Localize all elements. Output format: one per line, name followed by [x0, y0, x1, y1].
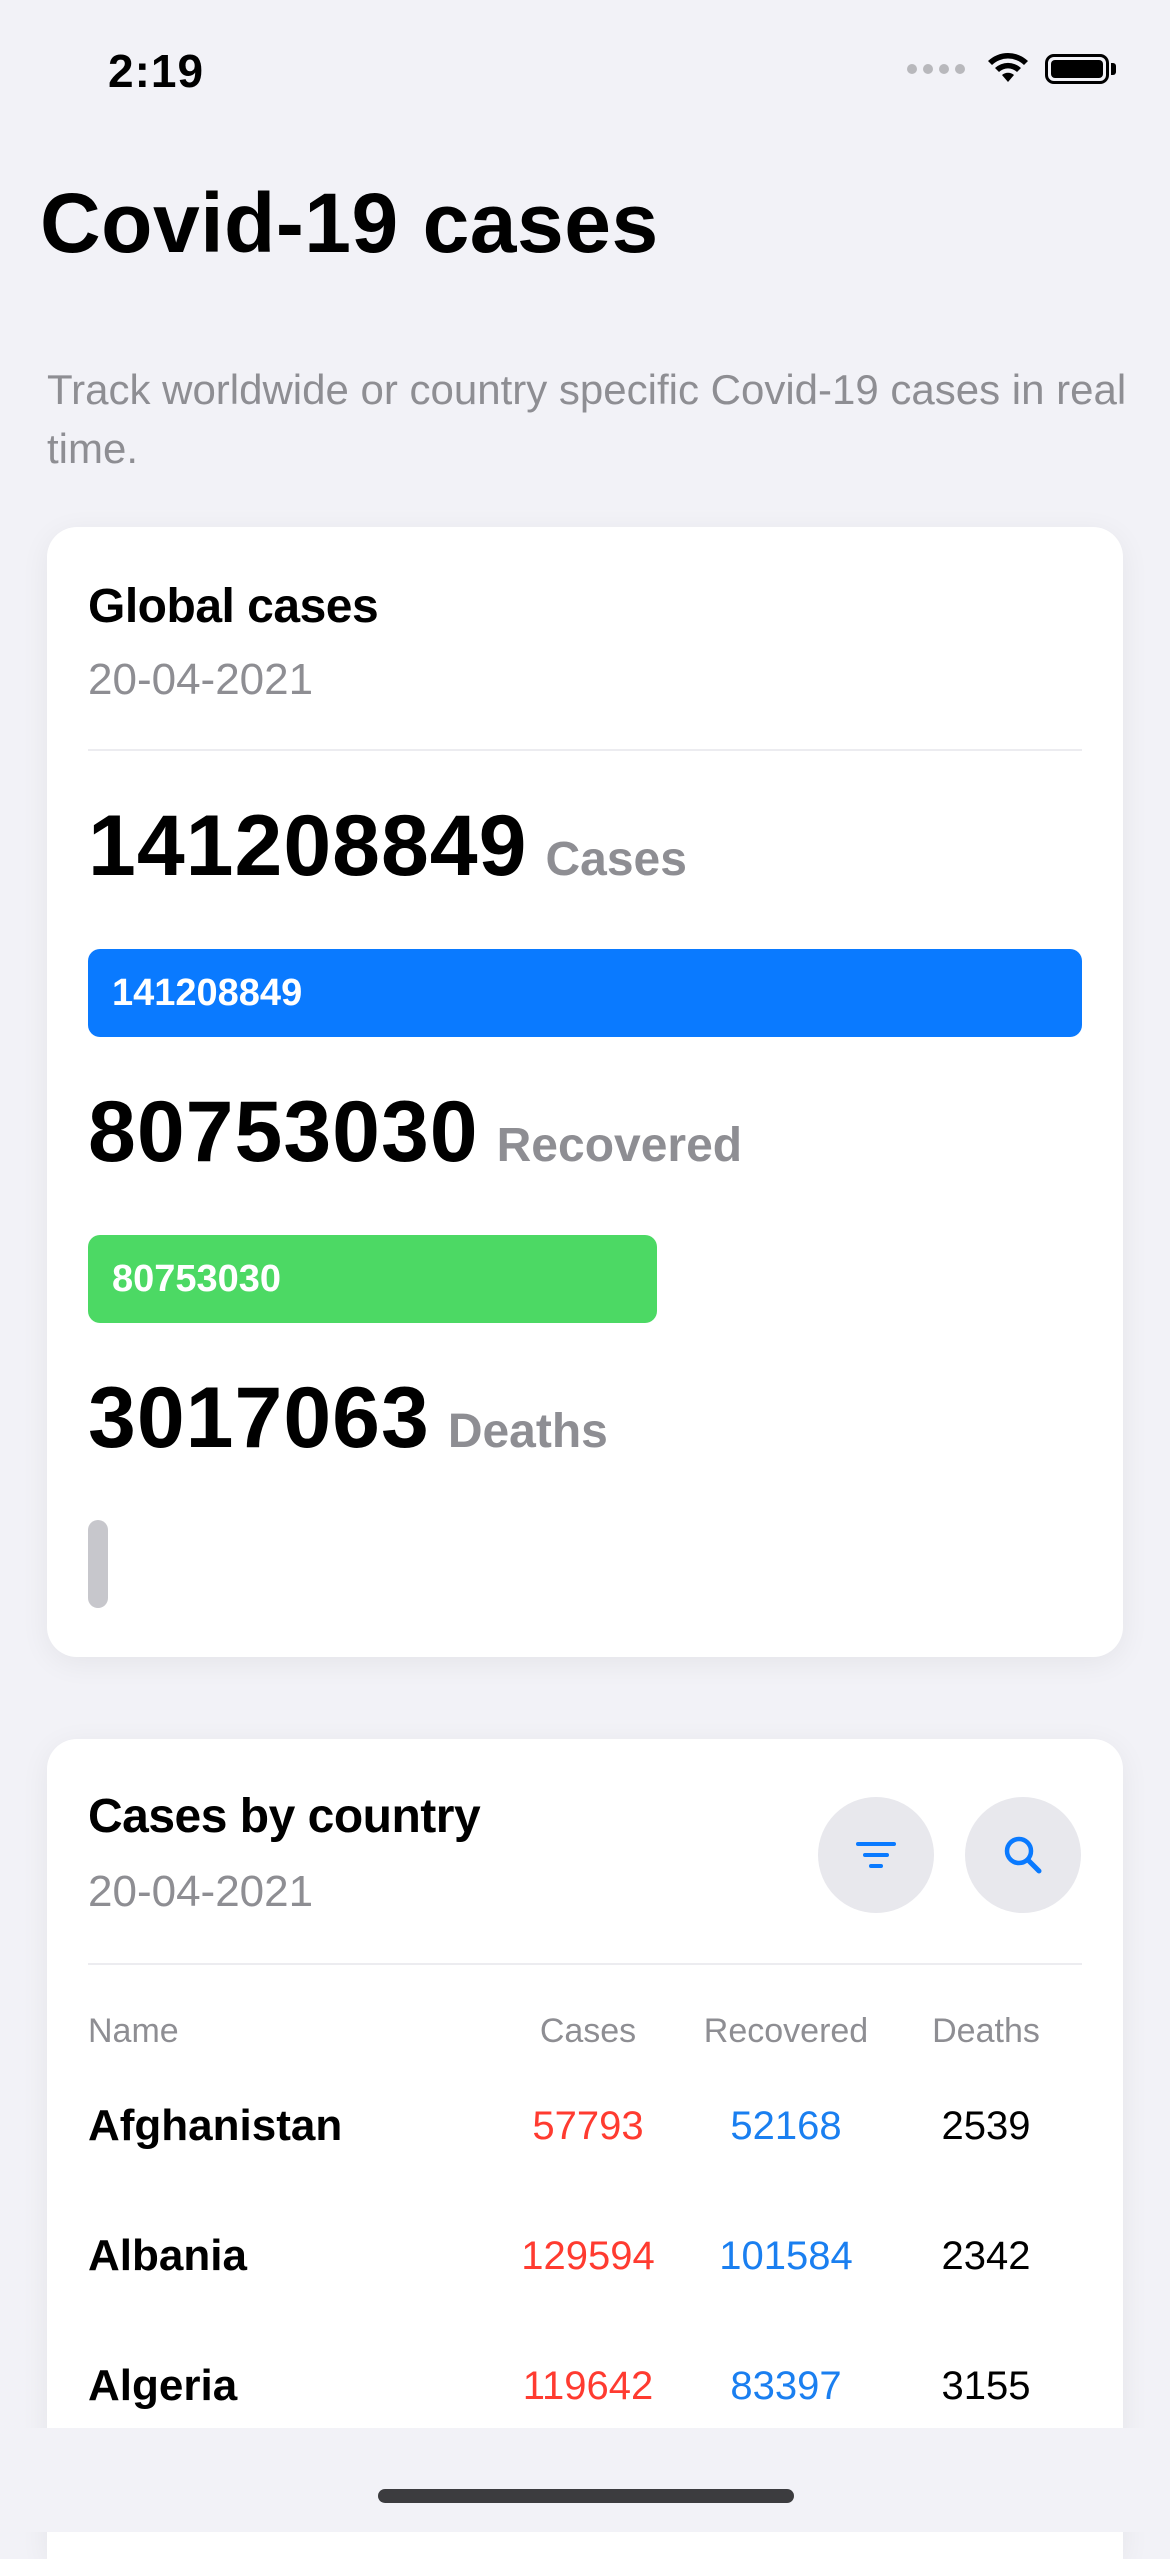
column-header-cases[interactable]: Cases [494, 2001, 682, 2061]
wifi-icon [988, 53, 1028, 82]
country-deaths: 2539 [941, 2103, 1031, 2148]
deaths-bar-track [88, 1520, 1082, 1608]
deaths-bar [88, 1520, 108, 1608]
stat-deaths-number: 3017063 [88, 1370, 430, 1466]
signal-icon [907, 64, 965, 74]
cases-bar-track: 141208849 [88, 949, 1082, 1037]
status-bar: 2:19 [0, 0, 1170, 140]
divider [88, 749, 1082, 751]
table-row[interactable]: Afghanistan 57793 52168 2539 [88, 2061, 1082, 2191]
column-header-deaths[interactable]: Deaths [890, 2001, 1082, 2061]
country-cases: 129594 [521, 2233, 655, 2278]
stat-cases: 141208849 Cases [88, 797, 687, 896]
country-name: Albania [88, 2231, 247, 2280]
column-header-name[interactable]: Name [88, 2001, 494, 2061]
column-header-recovered[interactable]: Recovered [682, 2001, 890, 2061]
search-icon [1004, 1836, 1042, 1874]
country-recovered: 101584 [719, 2233, 853, 2278]
stat-recovered-number: 80753030 [88, 1084, 479, 1180]
home-indicator[interactable] [378, 2489, 794, 2503]
recovered-bar: 80753030 [88, 1235, 657, 1323]
country-cases: 57793 [532, 2103, 644, 2148]
divider [88, 1963, 1082, 1965]
status-icons [907, 52, 1116, 86]
global-cases-date: 20-04-2021 [88, 655, 314, 704]
country-recovered: 52168 [730, 2103, 842, 2148]
bottom-safe-area [0, 2428, 1170, 2532]
recovered-bar-track: 80753030 [88, 1235, 1082, 1323]
table-header-row: Name Cases Recovered Deaths [88, 2001, 1082, 2061]
country-cases-date: 20-04-2021 [88, 1867, 314, 1916]
country-deaths: 2342 [941, 2233, 1031, 2278]
battery-icon [1045, 54, 1109, 84]
filter-icon [856, 1842, 896, 1868]
global-cases-card: Global cases 20-04-2021 141208849 Cases … [47, 527, 1123, 1657]
stat-cases-label: Cases [545, 833, 687, 886]
global-cases-title: Global cases [88, 580, 379, 633]
search-button[interactable] [965, 1797, 1081, 1913]
stat-deaths-label: Deaths [447, 1405, 608, 1458]
cases-bar: 141208849 [88, 949, 1082, 1037]
status-time: 2:19 [108, 45, 205, 97]
stat-recovered-label: Recovered [496, 1119, 743, 1172]
page-subtitle: Track worldwide or country specific Covi… [47, 366, 1127, 472]
stat-recovered: 80753030 Recovered [88, 1083, 742, 1182]
country-table: Name Cases Recovered Deaths Afghanistan … [88, 2001, 1082, 2451]
country-name: Afghanistan [88, 2101, 343, 2150]
stat-cases-number: 141208849 [88, 798, 528, 894]
filter-button[interactable] [818, 1797, 934, 1913]
stat-deaths: 3017063 Deaths [88, 1369, 608, 1468]
page-title: Covid-19 cases [40, 176, 659, 270]
country-cases-title: Cases by country [88, 1790, 481, 1843]
table-row[interactable]: Albania 129594 101584 2342 [88, 2191, 1082, 2321]
